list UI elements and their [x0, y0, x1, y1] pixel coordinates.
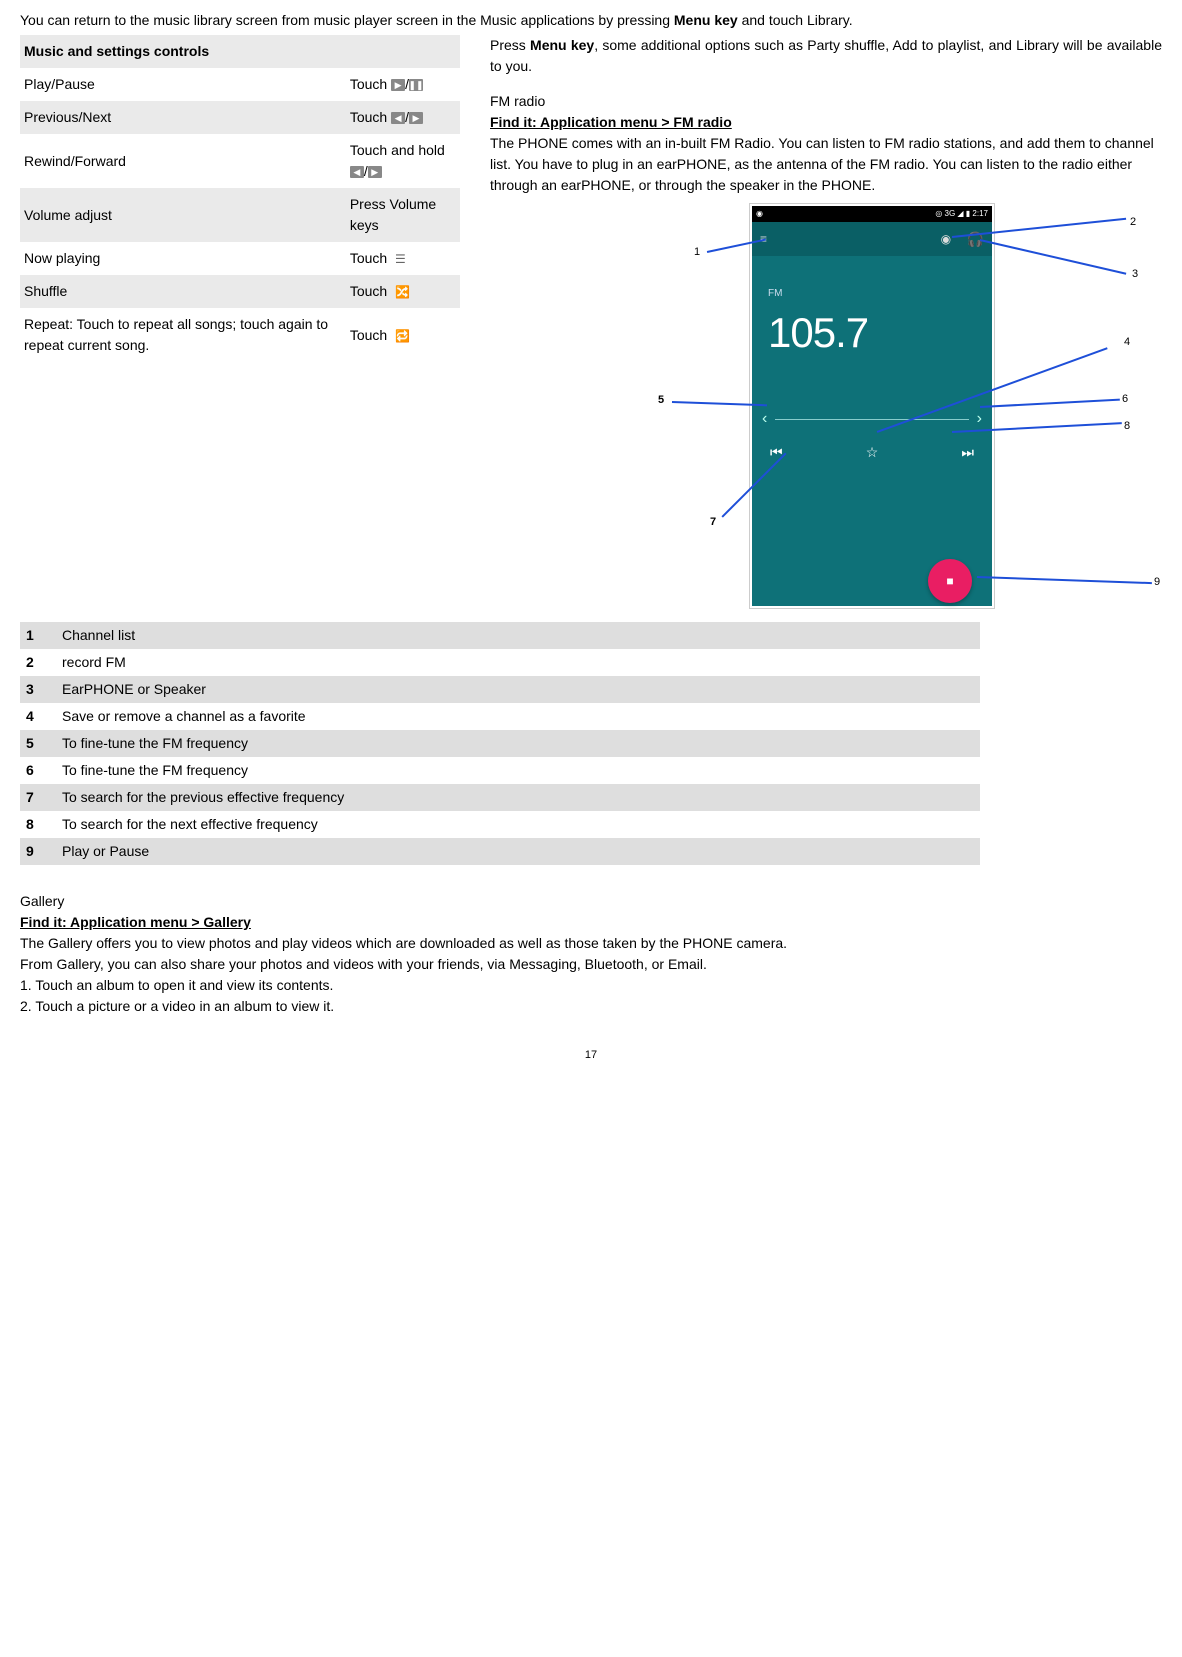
- now-playing-action: Touch ☰: [346, 242, 460, 275]
- legend-num-2: 2: [20, 649, 56, 676]
- menu-key-bold-2: Menu key: [530, 37, 594, 53]
- legend-text-2: record FM: [56, 649, 980, 676]
- legend-num-9: 9: [20, 838, 56, 865]
- rewind-icon: ◀: [350, 166, 364, 178]
- legend-text-9: Play or Pause: [56, 838, 980, 865]
- record-icon[interactable]: ◉: [941, 230, 957, 248]
- legend-num-5: 5: [20, 730, 56, 757]
- callout-9: 9: [1154, 574, 1160, 591]
- fm-radio-title: FM radio: [490, 91, 1162, 112]
- callout-2: 2: [1130, 214, 1136, 231]
- legend-text-6: To fine-tune the FM frequency: [56, 757, 980, 784]
- callout-5: 5: [658, 392, 664, 409]
- callout-3: 3: [1132, 266, 1138, 283]
- gallery-step-1: 1. Touch an album to open it and view it…: [20, 975, 1162, 996]
- legend-text-8: To search for the next effective frequen…: [56, 811, 980, 838]
- fm-find-it: Find it: Application menu > FM radio: [490, 112, 1162, 133]
- repeat-label: Repeat: Touch to repeat all songs; touch…: [20, 308, 346, 362]
- fm-description: The PHONE comes with an in-built FM Radi…: [490, 133, 1162, 196]
- callout-7: 7: [710, 514, 716, 531]
- legend-num-6: 6: [20, 757, 56, 784]
- frequency-display-area: FM 105.7: [752, 256, 992, 374]
- playback-controls: ⏮ ☆ ⏭: [752, 442, 992, 463]
- shuffle-action: Touch 🔀: [346, 275, 460, 308]
- gallery-paragraph-2: From Gallery, you can also share your ph…: [20, 954, 1162, 975]
- pause-icon: ❚❚: [409, 79, 423, 91]
- menu-key-paragraph: Press Menu key, some additional options …: [490, 35, 1162, 77]
- legend-num-4: 4: [20, 703, 56, 730]
- now-playing-icon: ☰: [395, 250, 406, 268]
- forward-icon: ▶: [368, 166, 382, 178]
- gallery-paragraph-1: The Gallery offers you to view photos an…: [20, 933, 1162, 954]
- prev-next-action: Touch ◀/▶: [346, 101, 460, 134]
- legend-text-4: Save or remove a channel as a favorite: [56, 703, 980, 730]
- repeat-icon: 🔁: [395, 327, 410, 345]
- callout-8: 8: [1124, 418, 1130, 435]
- tune-right-icon[interactable]: ›: [977, 407, 982, 431]
- status-right: ◎ 3G ◢ ▮ 2:17: [935, 208, 988, 220]
- seek-next-icon[interactable]: ⏭: [961, 442, 974, 463]
- volume-action: Press Volume keys: [346, 188, 460, 242]
- callout-4: 4: [1124, 334, 1130, 351]
- intro-text-post: and touch Library.: [738, 12, 853, 28]
- callout-6: 6: [1122, 391, 1128, 408]
- play-pause-label: Play/Pause: [20, 68, 346, 101]
- fm-topbar: ≡ ◉ 🎧: [752, 222, 992, 256]
- legend-num-7: 7: [20, 784, 56, 811]
- menu-key-bold: Menu key: [674, 12, 738, 28]
- legend-num-1: 1: [20, 622, 56, 649]
- prev-track-icon: ◀: [391, 112, 405, 124]
- play-pause-action: Touch ▶/❚❚: [346, 68, 460, 101]
- gallery-title: Gallery: [20, 891, 1162, 912]
- now-playing-label: Now playing: [20, 242, 346, 275]
- music-table-header: Music and settings controls: [20, 35, 460, 68]
- next-track-icon: ▶: [409, 112, 423, 124]
- fm-radio-diagram: ◉ ◎ 3G ◢ ▮ 2:17 ≡ ◉ 🎧 FM 105.7 ‹ ›: [602, 206, 1162, 616]
- legend-text-3: EarPHONE or Speaker: [56, 676, 980, 703]
- play-pause-fab[interactable]: ■: [928, 559, 972, 603]
- rewind-forward-action: Touch and hold ◀/▶: [346, 134, 460, 188]
- page-number: 17: [20, 1047, 1162, 1064]
- stop-icon: ■: [946, 572, 953, 590]
- legend-num-3: 3: [20, 676, 56, 703]
- intro-paragraph: You can return to the music library scre…: [20, 10, 1162, 31]
- rewind-forward-label: Rewind/Forward: [20, 134, 346, 188]
- fm-label: FM: [768, 286, 976, 301]
- tune-left-icon[interactable]: ‹: [762, 407, 767, 431]
- gallery-step-2: 2. Touch a picture or a video in an albu…: [20, 996, 1162, 1017]
- status-left: ◉: [756, 208, 763, 220]
- favorite-star-icon[interactable]: ☆: [866, 442, 879, 463]
- shuffle-icon: 🔀: [395, 283, 410, 301]
- legend-text-1: Channel list: [56, 622, 980, 649]
- legend-text-7: To search for the previous effective fre…: [56, 784, 980, 811]
- play-icon: ▶: [391, 79, 405, 91]
- intro-text-pre: You can return to the music library scre…: [20, 12, 674, 28]
- tune-scale: [775, 419, 968, 420]
- callout-legend-table: 1Channel list 2record FM 3EarPHONE or Sp…: [20, 622, 980, 865]
- callout-1: 1: [694, 244, 700, 261]
- frequency-value: 105.7: [768, 301, 976, 364]
- music-controls-table: Music and settings controls Play/Pause T…: [20, 35, 460, 362]
- repeat-action: Touch 🔁: [346, 308, 460, 362]
- volume-label: Volume adjust: [20, 188, 346, 242]
- legend-num-8: 8: [20, 811, 56, 838]
- status-bar: ◉ ◎ 3G ◢ ▮ 2:17: [752, 206, 992, 222]
- phone-screenshot: ◉ ◎ 3G ◢ ▮ 2:17 ≡ ◉ 🎧 FM 105.7 ‹ ›: [752, 206, 992, 606]
- prev-next-label: Previous/Next: [20, 101, 346, 134]
- tune-bar: ‹ ›: [752, 404, 992, 434]
- legend-text-5: To fine-tune the FM frequency: [56, 730, 980, 757]
- gallery-find-it: Find it: Application menu > Gallery: [20, 912, 1162, 933]
- shuffle-label: Shuffle: [20, 275, 346, 308]
